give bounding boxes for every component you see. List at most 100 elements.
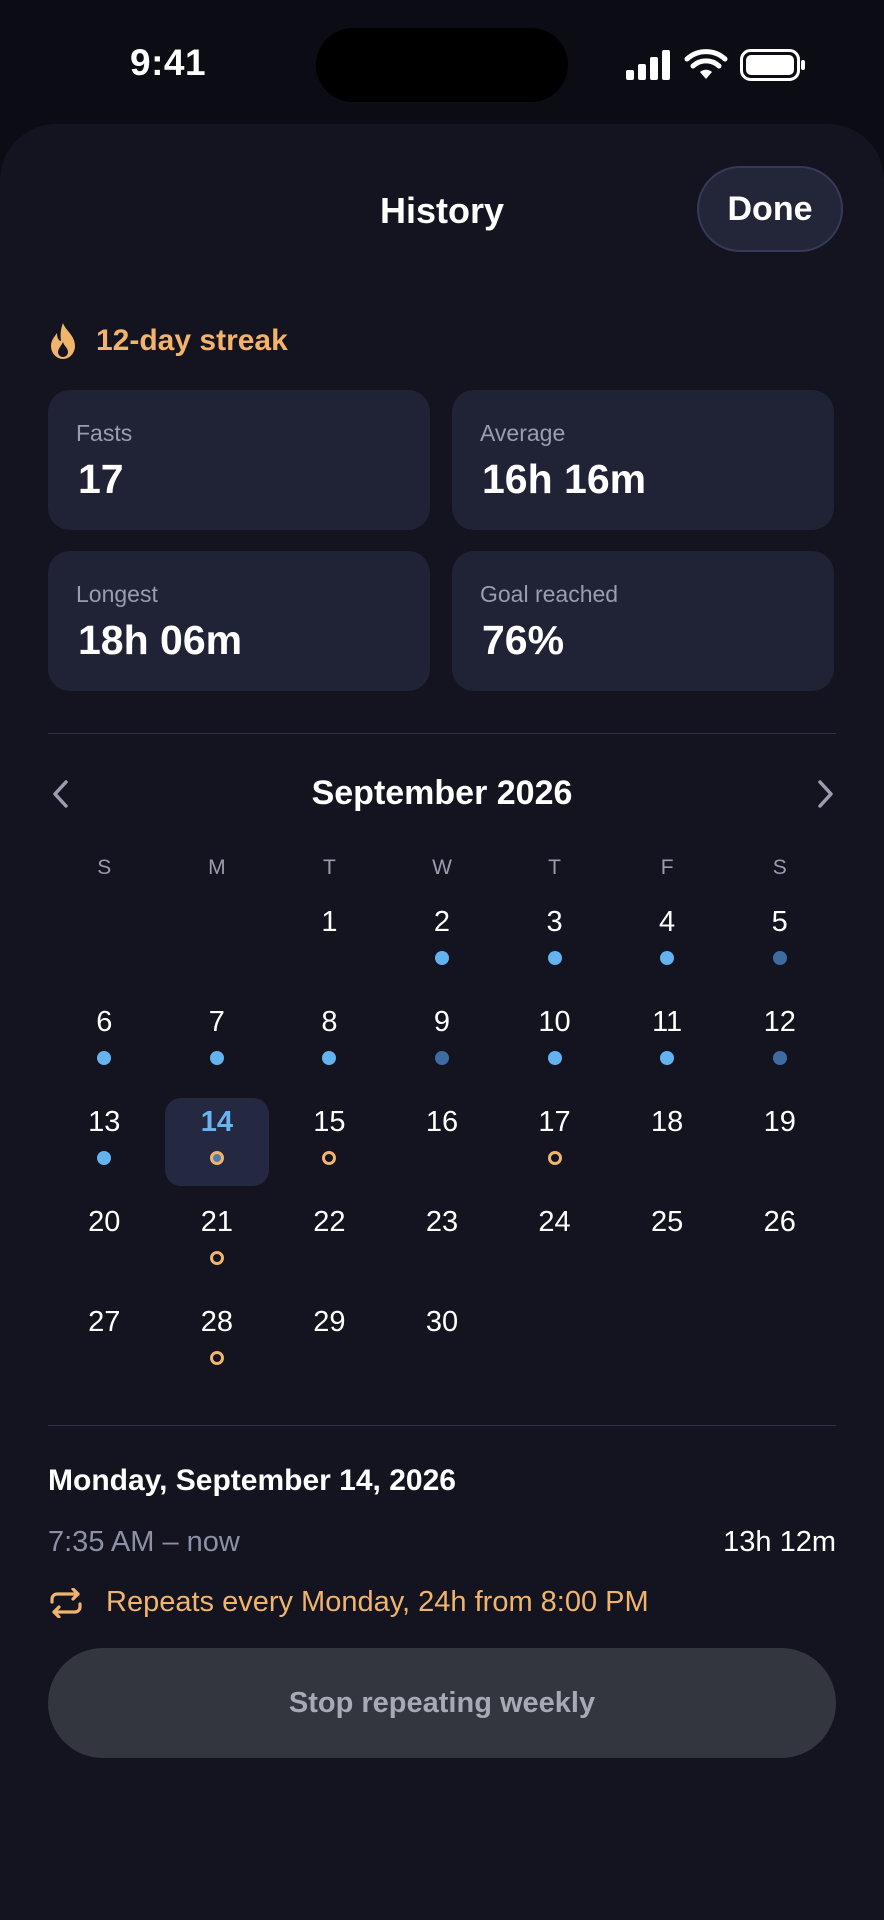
streak-label: 12-day streak [96,324,288,357]
stat-card-average: Average 16h 16m [452,390,834,530]
calendar-day-13[interactable]: 13 [48,1098,161,1198]
calendar-day-number: 29 [313,1306,346,1338]
calendar-header: September 2026 [0,764,884,824]
calendar-day-number: 10 [538,1006,571,1038]
day-cell-bg: 28 [165,1298,269,1386]
day-cell-bg: 19 [728,1098,832,1186]
calendar-day-16[interactable]: 16 [386,1098,499,1198]
status-bar: 9:41 [0,0,884,120]
calendar-day-number: 17 [538,1106,571,1138]
calendar-day-14[interactable]: 14 [161,1098,274,1198]
calendar-day-27[interactable]: 27 [48,1298,161,1398]
fast-marker-goal-met [322,1051,337,1065]
calendar-day-number: 12 [763,1006,796,1038]
calendar-day-15[interactable]: 15 [273,1098,386,1198]
stat-label: Longest [76,581,158,607]
calendar-day-24[interactable]: 24 [498,1198,611,1298]
calendar-day-30[interactable]: 30 [386,1298,499,1398]
day-cell-bg: 8 [277,998,381,1086]
calendar-day-6[interactable]: 6 [48,998,161,1098]
streak-badge: 12-day streak [48,322,288,360]
stat-value: 17 [78,456,124,502]
repeat-info: Repeats every Monday, 24h from 8:00 PM [48,1586,649,1619]
calendar-day-10[interactable]: 10 [498,998,611,1098]
stop-repeating-button[interactable]: Stop repeating weekly [48,1648,836,1758]
day-cell-bg: 21 [165,1198,269,1286]
day-cell-bg: 5 [728,898,832,986]
day-cell-bg: 7 [165,998,269,1086]
calendar-day-19[interactable]: 19 [723,1098,836,1198]
calendar-day-number: 4 [659,906,676,938]
done-button[interactable]: Done [697,166,843,252]
calendar-day-23[interactable]: 23 [386,1198,499,1298]
calendar-day-number: 18 [650,1106,684,1138]
calendar-day-number: 24 [538,1206,571,1238]
calendar-day-7[interactable]: 7 [161,998,274,1098]
dynamic-island [316,28,568,102]
calendar-day-number: 13 [88,1106,121,1138]
calendar-day-28[interactable]: 28 [161,1298,274,1398]
calendar-day-2[interactable]: 2 [386,898,499,998]
day-cell-bg: 23 [390,1198,494,1286]
calendar-day-3[interactable]: 3 [498,898,611,998]
weekday-label: T [323,856,336,879]
calendar-day-number: 9 [433,1006,451,1038]
calendar-day-number: 8 [321,1006,338,1038]
calendar-day-8[interactable]: 8 [273,998,386,1098]
calendar-day-number: 1 [321,906,338,938]
calendar-day-number: 25 [650,1206,684,1238]
calendar-day-9[interactable]: 9 [386,998,499,1098]
calendar-day-18[interactable]: 18 [611,1098,724,1198]
calendar-day-29[interactable]: 29 [273,1298,386,1398]
flame-icon [51,323,75,359]
fast-marker-partial [434,1051,449,1065]
calendar-day-number: 6 [96,1006,113,1038]
fast-marker-goal-met [547,1051,562,1065]
calendar-day-number: 5 [771,906,788,938]
day-cell-bg: 10 [503,998,607,1086]
fast-marker-in-progress [209,1151,224,1165]
fast-marker-partial [772,951,787,965]
calendar-day-25[interactable]: 25 [611,1198,724,1298]
calendar-day-number: 15 [313,1106,346,1138]
calendar-day-22[interactable]: 22 [273,1198,386,1298]
status-icons [626,48,806,82]
calendar-day-number: 30 [425,1306,459,1338]
weekday-label: S [97,856,112,879]
divider [48,1425,836,1426]
weekday-label: M [208,856,226,879]
calendar-day-1[interactable]: 1 [273,898,386,998]
calendar-day-number: 14 [200,1106,233,1138]
calendar-day-20[interactable]: 20 [48,1198,161,1298]
status-time: 9:41 [130,42,207,83]
day-cell-bg: 26 [728,1198,832,1286]
calendar-day-12[interactable]: 12 [723,998,836,1098]
calendar-day-17[interactable]: 17 [498,1098,611,1198]
cellular-signal-icon [626,50,670,80]
weekday-label: S [772,856,787,879]
stat-card-longest: Longest 18h 06m [48,551,430,691]
calendar-grid: 1 2 3 4 5 6 7 8 9 10 11 12 13 14 15 16 17 18 19 20 21 22 23 24 2… [48,898,836,1398]
fast-duration: 13h 12m [723,1526,836,1558]
fast-time-range: 7:35 AM – now [48,1526,240,1558]
calendar-day-number: 20 [88,1206,121,1238]
day-cell-bg: 9 [390,998,494,1086]
fast-marker-partial [772,1051,787,1065]
day-cell-bg: 27 [52,1298,156,1386]
repeat-icon [50,1587,82,1618]
calendar-day-11[interactable]: 11 [611,998,724,1098]
calendar-empty-cell [48,898,161,998]
stat-card-fasts: Fasts 17 [48,390,430,530]
calendar-day-4[interactable]: 4 [611,898,724,998]
calendar-day-26[interactable]: 26 [723,1198,836,1298]
calendar-day-number: 3 [546,906,563,938]
stat-value: 16h 16m [482,456,647,502]
calendar-day-21[interactable]: 21 [161,1198,274,1298]
next-month-button[interactable] [806,770,846,818]
stat-label: Goal reached [480,581,619,607]
calendar-day-5[interactable]: 5 [723,898,836,998]
fast-marker-scheduled [209,1251,224,1265]
calendar-day-number: 7 [208,1006,225,1038]
day-cell-bg: 12 [728,998,832,1086]
stat-value: 76% [482,617,565,663]
